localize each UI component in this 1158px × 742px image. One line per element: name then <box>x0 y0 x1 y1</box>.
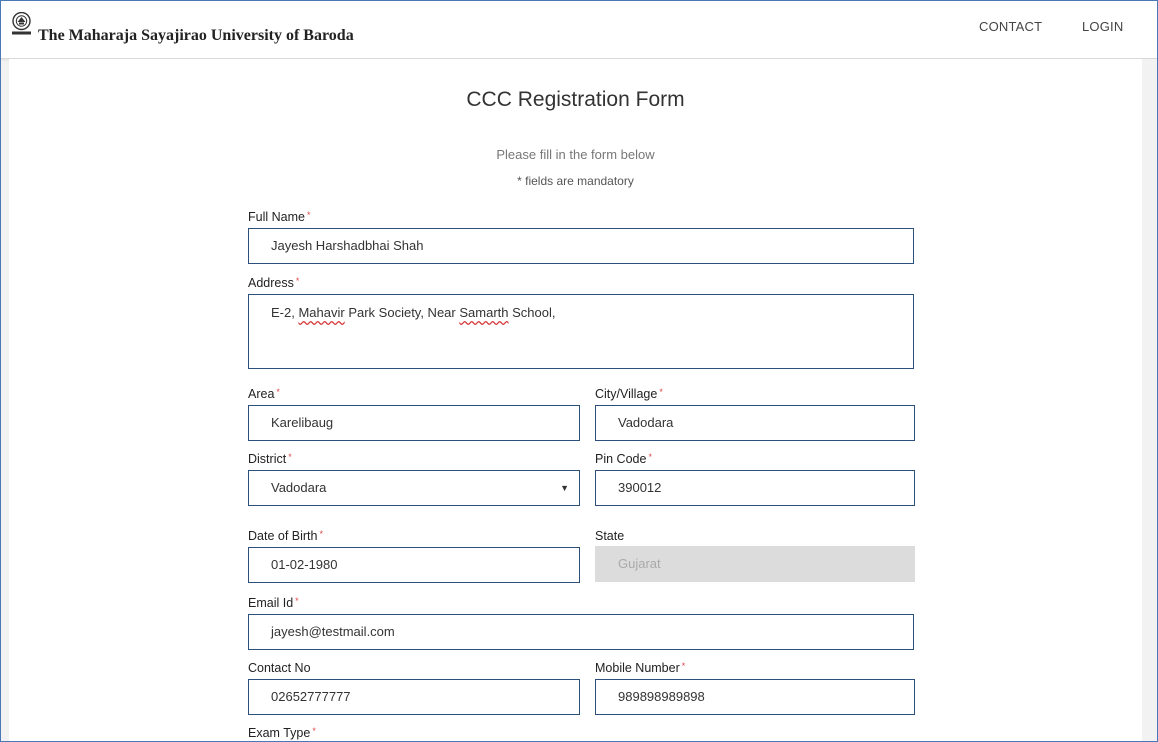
area-input[interactable]: Karelibaug <box>248 405 580 441</box>
pin-code-label: Pin Code * <box>595 452 652 466</box>
full-name-label: Full Name * <box>248 210 311 224</box>
required-mark: * <box>659 387 663 397</box>
email-label: Email Id * <box>248 596 299 610</box>
pin-code-input[interactable]: 390012 <box>595 470 915 506</box>
contact-no-input[interactable]: 02652777777 <box>248 679 580 715</box>
nav-login[interactable]: LOGIN <box>1082 19 1123 34</box>
dob-input[interactable]: 01-02-1980 <box>248 547 580 583</box>
required-mark: * <box>648 452 652 462</box>
mobile-label: Mobile Number * <box>595 661 686 675</box>
city-input[interactable]: Vadodara <box>595 405 915 441</box>
required-mark: * <box>295 276 300 286</box>
university-name[interactable]: The Maharaja Sayajirao University of Bar… <box>38 27 354 45</box>
district-label: District * <box>248 452 292 466</box>
nav-contact[interactable]: CONTACT <box>979 19 1042 34</box>
required-mark: * <box>288 452 292 462</box>
email-input[interactable]: jayesh@testmail.com <box>248 614 914 650</box>
scrollbar-track[interactable] <box>1142 59 1157 741</box>
district-select[interactable]: Vadodara ▼ <box>248 470 580 506</box>
required-mark: * <box>312 726 316 736</box>
full-name-input[interactable]: Jayesh Harshadbhai Shah <box>248 228 914 264</box>
city-label: City/Village * <box>595 387 663 401</box>
contact-no-label: Contact No <box>248 661 311 675</box>
required-mark: * <box>681 661 686 671</box>
dob-label: Date of Birth * <box>248 529 323 543</box>
required-mark: * <box>319 529 323 539</box>
area-label: Area * <box>248 387 280 401</box>
address-label: Address * <box>248 276 300 290</box>
required-mark: * <box>306 210 311 220</box>
page-title: CCC Registration Form <box>466 88 685 111</box>
mandatory-note: * fields are mandatory <box>517 174 634 188</box>
required-mark: * <box>295 596 299 606</box>
state-input-disabled: Gujarat <box>595 546 915 582</box>
site-header: The Maharaja Sayajirao University of Bar… <box>1 1 1157 59</box>
dropdown-arrow-icon: ▼ <box>560 483 569 493</box>
form-panel: CCC Registration Form Please fill in the… <box>9 59 1142 741</box>
exam-type-label: Exam Type * <box>248 726 316 740</box>
state-label: State <box>595 529 625 543</box>
form-subtitle: Please fill in the form below <box>496 147 655 162</box>
required-mark: * <box>276 387 280 397</box>
mobile-input[interactable]: 989898989898 <box>595 679 915 715</box>
address-textarea[interactable]: E-2, Mahavir Park Society, Near Samarth … <box>248 294 914 369</box>
browser-frame: The Maharaja Sayajirao University of Bar… <box>0 0 1158 742</box>
university-seal-icon <box>12 12 31 35</box>
